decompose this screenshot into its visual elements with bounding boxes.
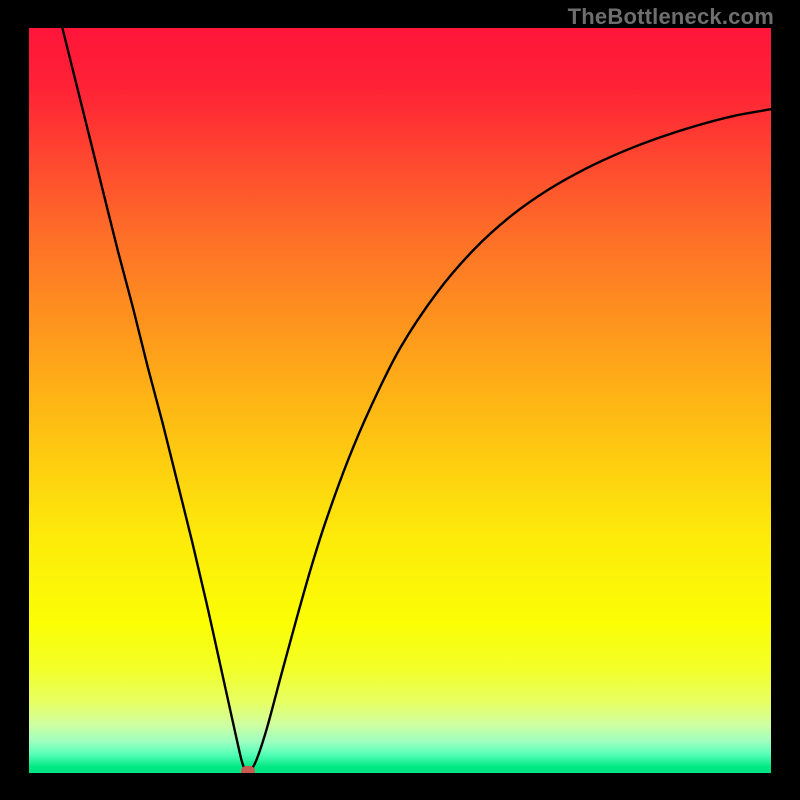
chart-frame: TheBottleneck.com xyxy=(0,0,800,800)
optimum-marker xyxy=(241,766,255,773)
watermark-label: TheBottleneck.com xyxy=(568,4,774,30)
plot-area xyxy=(29,28,771,773)
bottleneck-curve xyxy=(29,28,771,773)
